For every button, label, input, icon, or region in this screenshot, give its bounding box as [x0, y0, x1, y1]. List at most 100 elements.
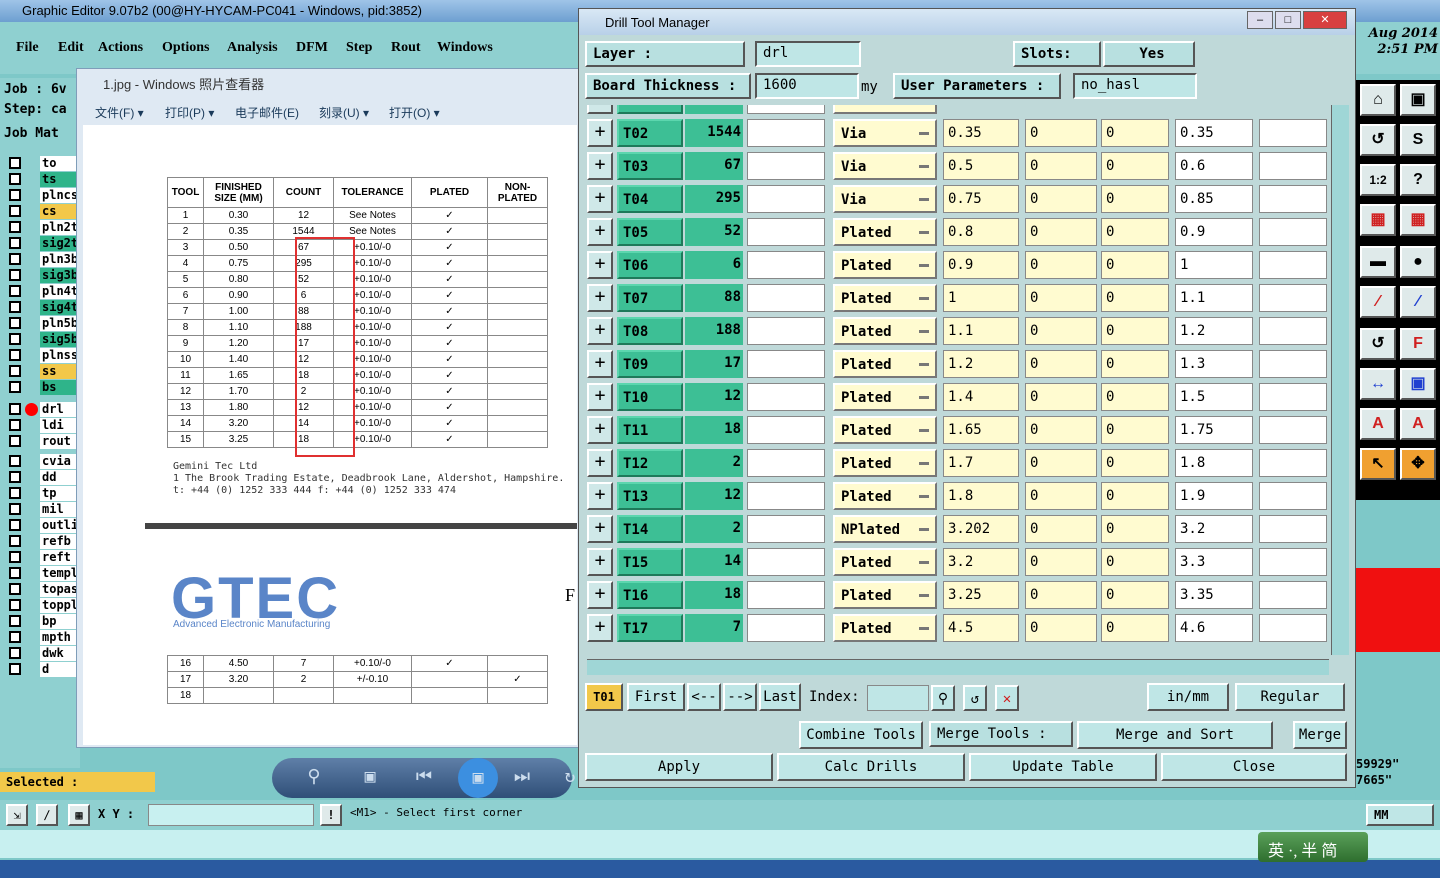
tool-type-select[interactable]: Plated: [833, 218, 937, 246]
layer-row[interactable]: refb: [6, 534, 80, 549]
plus-tolerance-field[interactable]: 0: [1025, 449, 1097, 477]
photo-menu-email[interactable]: 电子邮件(E): [235, 104, 299, 121]
mode-dropdown[interactable]: Regular: [1235, 683, 1345, 711]
layer-row[interactable]: dwk: [6, 646, 80, 661]
layer-row[interactable]: mil: [6, 502, 80, 517]
layer-row[interactable]: pln5b: [6, 316, 80, 331]
expand-icon[interactable]: +: [587, 449, 613, 477]
layer-name[interactable]: refb: [40, 534, 80, 549]
first-button[interactable]: First: [627, 683, 685, 711]
plus-tolerance-field[interactable]: 0: [1025, 251, 1097, 279]
layer-name[interactable]: d: [40, 662, 80, 677]
layer-checkbox[interactable]: [9, 631, 21, 643]
layer-name[interactable]: mil: [40, 502, 80, 517]
extra-field[interactable]: [1259, 284, 1327, 312]
tool-type-select[interactable]: Plated: [833, 416, 937, 444]
minus-tolerance-field[interactable]: 0: [1101, 317, 1169, 345]
extra-field[interactable]: [1259, 218, 1327, 246]
layer-name[interactable]: pln5b: [40, 316, 80, 331]
expand-icon[interactable]: +: [587, 284, 613, 312]
drill-size-field[interactable]: 1.9: [1175, 482, 1253, 510]
plus-tolerance-field[interactable]: 0: [1025, 383, 1097, 411]
layer-view-icon[interactable]: ▦: [1360, 204, 1396, 236]
finish-size-field[interactable]: 0.9: [943, 251, 1019, 279]
menu-rout[interactable]: Rout: [391, 40, 421, 56]
expand-icon[interactable]: +: [587, 548, 613, 576]
extra-field[interactable]: [1259, 152, 1327, 180]
drill-size-field[interactable]: 1.2: [1175, 317, 1253, 345]
layer-name[interactable]: topas: [40, 582, 80, 597]
drill-size-field[interactable]: 0.9: [1175, 218, 1253, 246]
drill-size-field[interactable]: 1.1: [1175, 284, 1253, 312]
expand-icon[interactable]: +: [587, 185, 613, 213]
layer-checkbox[interactable]: [9, 567, 21, 579]
layer-name[interactable]: rout: [40, 434, 80, 449]
layer-row[interactable]: drl: [6, 402, 80, 417]
tool-type-select[interactable]: Plated: [833, 317, 937, 345]
drill-size-field[interactable]: 1.75: [1175, 416, 1253, 444]
layer-checkbox[interactable]: [9, 381, 21, 393]
plus-tolerance-field[interactable]: 0: [1025, 218, 1097, 246]
layer-row[interactable]: plncs: [6, 188, 80, 203]
zoom-icon[interactable]: ⚲: [300, 766, 328, 790]
minus-tolerance-field[interactable]: 0: [1101, 482, 1169, 510]
minus-tolerance-field[interactable]: 0: [1101, 515, 1169, 543]
tool-width-field[interactable]: [747, 581, 825, 609]
merge-mode-dropdown[interactable]: Merge and Sort: [1077, 721, 1273, 749]
merge-button[interactable]: Merge: [1293, 721, 1347, 749]
drill-size-field[interactable]: 3.35: [1175, 581, 1253, 609]
layer-row[interactable]: sig2t: [6, 236, 80, 251]
tool-width-field[interactable]: [747, 218, 825, 246]
layer-field[interactable]: drl: [755, 41, 861, 67]
extra-field[interactable]: [1259, 515, 1327, 543]
layer-row[interactable]: bp: [6, 614, 80, 629]
feature-icon[interactable]: F: [1400, 328, 1436, 360]
line-icon[interactable]: ∕: [1360, 286, 1396, 318]
menu-file[interactable]: File: [16, 40, 39, 56]
layer-row[interactable]: sig3b: [6, 268, 80, 283]
layer-row[interactable]: ss: [6, 364, 80, 379]
layer-checkbox[interactable]: [9, 221, 21, 233]
index-clear-icon[interactable]: ✕: [995, 685, 1019, 711]
finish-size-field[interactable]: 0.5: [943, 152, 1019, 180]
expand-icon[interactable]: +: [587, 614, 613, 642]
layer-checkbox[interactable]: [9, 403, 21, 415]
layer-checkbox[interactable]: [9, 237, 21, 249]
tool-width-field[interactable]: [747, 449, 825, 477]
index-field[interactable]: [867, 685, 929, 711]
user-parameters-field[interactable]: no_hasl: [1073, 73, 1197, 99]
minus-tolerance-field[interactable]: 0: [1101, 152, 1169, 180]
layer-checkbox[interactable]: [9, 519, 21, 531]
plus-tolerance-field[interactable]: 0: [1025, 581, 1097, 609]
plus-tolerance-field[interactable]: 0: [1025, 119, 1097, 147]
layer-row[interactable]: to: [6, 156, 80, 171]
combine-tools-button[interactable]: Combine Tools: [799, 721, 923, 749]
layer-name[interactable]: pln2t: [40, 220, 80, 235]
extra-field[interactable]: [1259, 383, 1327, 411]
minus-tolerance-field[interactable]: 0: [1101, 416, 1169, 444]
plus-tolerance-field[interactable]: 0: [1025, 152, 1097, 180]
info-icon[interactable]: !: [320, 804, 342, 826]
finish-size-field[interactable]: 0.35: [943, 119, 1019, 147]
finish-size-field[interactable]: 0.8: [943, 218, 1019, 246]
tool-type-select[interactable]: Plated: [833, 581, 937, 609]
menu-options[interactable]: Options: [162, 40, 209, 56]
move-icon[interactable]: ✥: [1400, 448, 1436, 480]
layer-row[interactable]: outli: [6, 518, 80, 533]
calc-drills-button[interactable]: Calc Drills: [777, 753, 965, 781]
tool-width-field[interactable]: [747, 350, 825, 378]
text-edit-icon[interactable]: A: [1400, 408, 1436, 440]
tool-width-field[interactable]: [747, 317, 825, 345]
expand-icon[interactable]: +: [587, 218, 613, 246]
panel-icon[interactable]: ▣: [1400, 84, 1436, 116]
tool-type-select[interactable]: Plated: [833, 251, 937, 279]
plus-tolerance-field[interactable]: 0: [1025, 515, 1097, 543]
photo-menu-burn[interactable]: 刻录(U) ▾: [319, 104, 369, 121]
layer-row[interactable]: pln2t: [6, 220, 80, 235]
layer-checkbox[interactable]: [9, 317, 21, 329]
expand-icon[interactable]: +: [587, 482, 613, 510]
menu-edit[interactable]: Edit: [58, 40, 84, 56]
tool-width-field[interactable]: [747, 105, 825, 114]
layer-checkbox[interactable]: [9, 435, 21, 447]
minus-tolerance-field[interactable]: 0: [1101, 251, 1169, 279]
